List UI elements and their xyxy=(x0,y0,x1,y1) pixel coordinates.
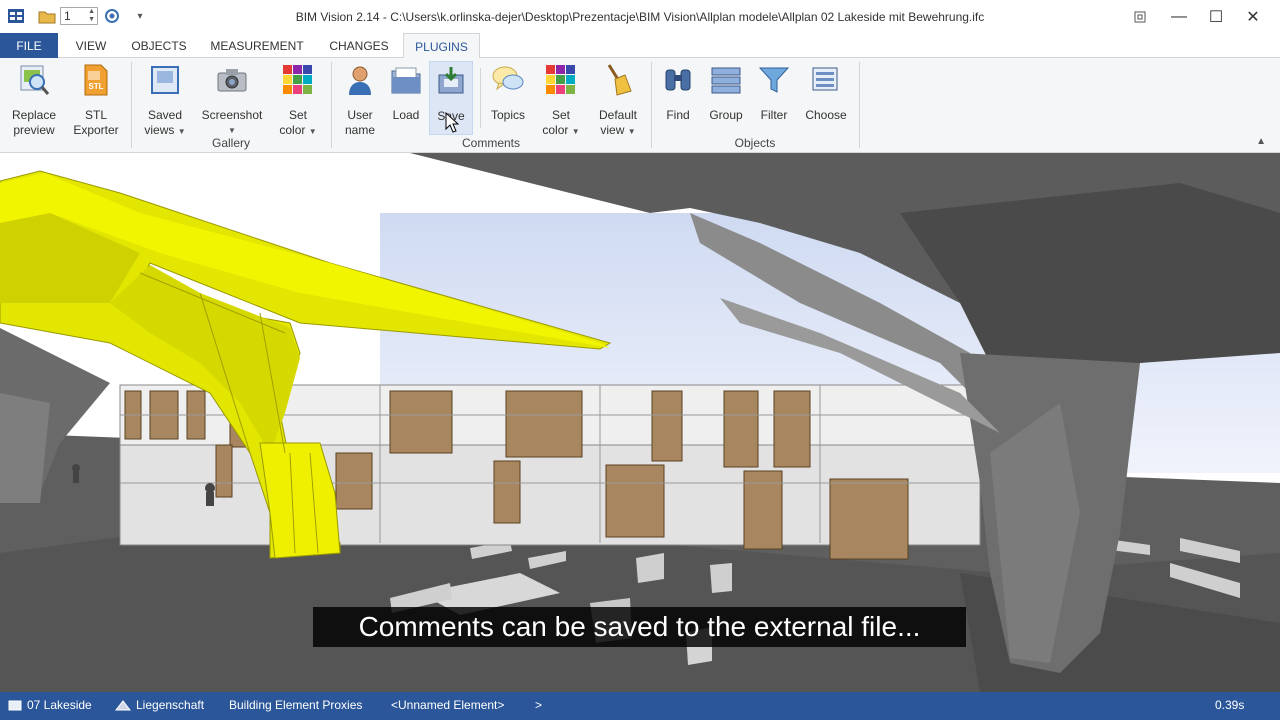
tab-changes[interactable]: CHANGES xyxy=(320,33,398,58)
saved-views-label-1: Saved xyxy=(147,108,183,122)
status-site-label: Liegenschaft xyxy=(136,698,205,712)
replace-preview-label-2: preview xyxy=(13,123,55,137)
ribbon-tabs: FILE VIEW OBJECTS MEASUREMENT CHANGES PL… xyxy=(0,33,1280,59)
mouse-cursor-icon xyxy=(445,112,459,133)
broom-icon xyxy=(600,62,636,98)
magnifier-image-icon xyxy=(16,62,52,98)
status-project[interactable]: 07 Lakeside xyxy=(8,698,92,712)
color-grid-icon xyxy=(543,62,579,98)
set-color-2-label-2: color xyxy=(542,123,569,137)
ribbon-separator xyxy=(480,68,481,128)
choose-list-icon xyxy=(808,62,844,98)
funnel-icon xyxy=(756,62,792,98)
user-name-button[interactable]: User name xyxy=(338,62,382,138)
stl-exporter-button[interactable]: STL STL Exporter xyxy=(70,62,122,138)
model-viewport[interactable]: Comments can be saved to the external fi… xyxy=(0,153,1280,692)
topics-label: Topics xyxy=(490,108,525,122)
folder-open-icon[interactable] xyxy=(38,7,56,25)
topics-button[interactable]: Topics xyxy=(486,62,530,123)
load-label: Load xyxy=(392,108,420,122)
chevron-down-icon[interactable]: ▼ xyxy=(628,127,636,136)
status-render-time: 0.39s xyxy=(1215,698,1245,712)
close-button[interactable]: ✕ xyxy=(1234,0,1272,33)
tab-file[interactable]: FILE xyxy=(0,33,58,58)
group-label-objects: Objects xyxy=(734,136,776,150)
group-layers-icon xyxy=(708,62,744,98)
speech-bubble-icon xyxy=(490,62,526,98)
saved-views-label-2: views xyxy=(144,123,175,137)
set-color-label-2: color xyxy=(279,123,306,137)
title-bar: 1 ▲ ▼ ▾ BIM Vision 2.14 - C:\Users\k.orli… xyxy=(0,0,1280,33)
screenshot-label: Screenshot xyxy=(201,108,263,122)
customize-quick-access-icon[interactable]: ▾ xyxy=(134,7,146,25)
ribbon-separator xyxy=(651,62,652,148)
quick-access-spinner[interactable]: 1 ▲ ▼ xyxy=(60,7,98,25)
binoculars-icon xyxy=(660,62,696,98)
quick-access-value: 1 xyxy=(64,9,71,23)
chevron-down-icon[interactable]: ▼ xyxy=(309,127,317,136)
filter-label: Filter xyxy=(760,108,788,122)
default-view-button[interactable]: Default view ▼ xyxy=(592,62,644,139)
save-disk-icon xyxy=(433,63,469,99)
group-label: Group xyxy=(709,108,743,122)
tab-measurement[interactable]: MEASUREMENT xyxy=(202,33,312,58)
set-color-comments-button[interactable]: Set color ▼ xyxy=(539,62,583,139)
find-button[interactable]: Find xyxy=(660,62,696,123)
load-button[interactable]: Load xyxy=(386,62,426,123)
collapse-ribbon-icon[interactable]: ▲ xyxy=(1256,136,1266,147)
status-element[interactable]: <Unnamed Element> xyxy=(391,698,504,712)
ribbon: Replace preview STL STL Exporter Saved v… xyxy=(0,58,1280,153)
find-label: Find xyxy=(666,108,690,122)
choose-button[interactable]: Choose xyxy=(801,62,851,123)
group-button[interactable]: Group xyxy=(704,62,748,123)
maximize-button[interactable]: ☐ xyxy=(1197,0,1235,33)
tab-view[interactable]: VIEW xyxy=(66,33,116,58)
spinner-arrows-icon[interactable]: ▲ ▼ xyxy=(88,8,95,24)
site-icon xyxy=(115,700,131,711)
load-folder-icon xyxy=(388,62,424,98)
project-icon xyxy=(8,700,22,711)
user-icon xyxy=(342,62,378,98)
screenshot-button[interactable]: Screenshot ▼ xyxy=(198,62,266,138)
status-more-arrow[interactable]: > xyxy=(535,698,542,712)
stl-exporter-label-2: Exporter xyxy=(73,123,119,137)
set-color-label-1: Set xyxy=(288,108,307,122)
user-name-label-1: User xyxy=(347,108,373,122)
default-view-label-2: view xyxy=(600,123,625,137)
ribbon-separator xyxy=(131,62,132,148)
app-grid-icon[interactable] xyxy=(7,7,25,25)
replace-preview-button[interactable]: Replace preview xyxy=(8,62,60,138)
ribbon-separator xyxy=(859,62,860,148)
status-bar: 07 Lakeside Liegenschaft Building Elemen… xyxy=(0,692,1280,720)
tab-plugins[interactable]: PLUGINS xyxy=(403,33,480,59)
ribbon-separator xyxy=(331,62,332,148)
color-grid-icon xyxy=(280,62,316,98)
group-label-gallery: Gallery xyxy=(211,136,250,150)
stl-file-icon: STL xyxy=(78,62,114,98)
minimize-button[interactable]: — xyxy=(1160,0,1198,33)
chevron-down-icon[interactable]: ▼ xyxy=(572,127,580,136)
set-color-2-label-1: Set xyxy=(551,108,570,122)
status-site[interactable]: Liegenschaft xyxy=(115,698,204,712)
default-view-label-1: Default xyxy=(598,108,638,122)
video-subtitle: Comments can be saved to the external fi… xyxy=(313,607,966,647)
saved-views-button[interactable]: Saved views ▼ xyxy=(140,62,190,139)
camera-icon xyxy=(214,62,250,98)
window-title: BIM Vision 2.14 - C:\Users\k.orlinska-de… xyxy=(295,10,985,24)
stl-badge-text: STL xyxy=(88,82,103,91)
saved-view-icon xyxy=(147,62,183,98)
set-color-button[interactable]: Set color ▼ xyxy=(276,62,320,139)
choose-label: Choose xyxy=(805,108,847,122)
status-proxies[interactable]: Building Element Proxies xyxy=(229,698,362,712)
restore-view-icon[interactable] xyxy=(1121,0,1159,33)
target-icon[interactable] xyxy=(103,7,121,25)
chevron-down-icon[interactable]: ▼ xyxy=(178,127,186,136)
stl-exporter-label-1: STL xyxy=(84,108,107,122)
group-label-comments: Comments xyxy=(461,136,520,150)
status-project-label: 07 Lakeside xyxy=(27,698,92,712)
tab-objects[interactable]: OBJECTS xyxy=(124,33,194,58)
filter-button[interactable]: Filter xyxy=(754,62,794,123)
replace-preview-label-1: Replace xyxy=(11,108,57,122)
